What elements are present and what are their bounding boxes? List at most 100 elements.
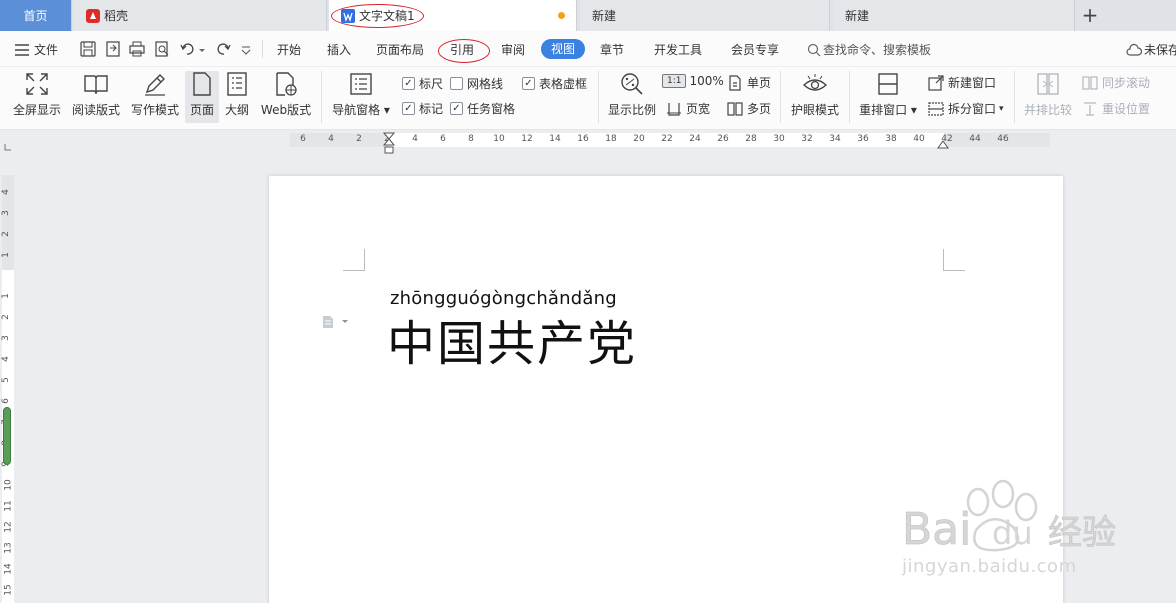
ruler-checkbox[interactable]: ✓ 标尺 — [402, 75, 443, 92]
split-window-button[interactable]: 拆分窗口 ▾ — [928, 100, 1004, 117]
watermark-url: jingyan.baidu.com — [902, 556, 1077, 577]
unsaved-label: 未保存 — [1144, 43, 1176, 57]
page-view-button[interactable]: 页面 — [185, 71, 219, 123]
tab-home[interactable]: 首页 — [0, 0, 72, 31]
print-icon[interactable] — [128, 40, 146, 58]
pen-icon — [145, 74, 165, 96]
sync-scroll-icon — [1082, 75, 1098, 90]
vruler-label: 2 — [0, 314, 11, 320]
ruler-label: 20 — [633, 134, 645, 144]
ruler-label: 16 — [577, 134, 589, 144]
side-by-side-label: 并排比较 — [1023, 103, 1072, 117]
document-body-text[interactable]: 中国共产党 — [387, 304, 637, 374]
markup-label: 标记 — [419, 102, 444, 116]
tab-daoke[interactable]: 稻壳 — [74, 0, 327, 31]
table-gridlines-checkbox[interactable]: ✓ 表格虚框 — [522, 75, 587, 92]
print-preview-icon[interactable] — [153, 40, 171, 58]
single-page-button[interactable]: 单页 — [727, 74, 771, 91]
navigation-pane-button[interactable]: 导航窗格 ▾ — [330, 71, 392, 123]
tab-home-label: 首页 — [23, 9, 48, 23]
tab-document-label: 文字文稿1 — [359, 9, 415, 23]
command-search[interactable]: 查找命令、搜索模板 — [807, 41, 931, 58]
vertical-ruler[interactable]: 4321123456789101112131415 — [0, 150, 16, 603]
web-layout-icon — [276, 72, 297, 96]
rearrange-window-label: 重排窗口 ▾ — [859, 103, 917, 117]
zoom-ratio-button[interactable]: 显示比例 — [604, 71, 660, 123]
page-width-icon — [667, 102, 681, 116]
undo-icon[interactable] — [179, 40, 197, 58]
menu-bar: 文件 开始 插入 页面布局 引用 审阅 视图 章节 开发工具 会员专享 查找命令… — [0, 31, 1176, 67]
reading-layout-button[interactable]: 阅读版式 — [69, 71, 123, 123]
new-window-button[interactable]: 新建窗口 — [928, 74, 996, 91]
undo-dropdown-icon[interactable] — [197, 40, 207, 58]
ruler-label: 44 — [969, 134, 981, 144]
menu-view[interactable]: 视图 — [541, 39, 585, 59]
ruler-label: 2 — [356, 134, 362, 144]
tab-new-2-label: 新建 — [845, 9, 870, 23]
save-icon[interactable] — [79, 40, 97, 58]
side-by-side-button[interactable]: 并排比较 — [1020, 71, 1076, 123]
ruler-label: 18 — [605, 134, 617, 144]
search-icon — [807, 43, 821, 56]
page-width-button[interactable]: 页宽 — [666, 100, 710, 117]
task-pane-label: 任务窗格 — [467, 102, 516, 116]
cloud-icon — [1126, 43, 1142, 56]
tab-new-1[interactable]: 新建 — [580, 0, 830, 31]
rearrange-window-icon — [878, 73, 898, 95]
web-layout-button[interactable]: Web版式 — [256, 71, 316, 123]
ruler-label: 46 — [997, 134, 1009, 144]
ribbon-separator — [849, 71, 850, 123]
writing-mode-button[interactable]: 写作模式 — [128, 71, 182, 123]
multi-page-button[interactable]: 多页 — [727, 100, 771, 117]
side-by-side-icon — [1037, 73, 1059, 95]
tab-document[interactable]: 文字文稿1 — [329, 0, 577, 31]
menu-insert[interactable]: 插入 — [327, 41, 351, 58]
menu-member[interactable]: 会员专享 — [731, 41, 779, 58]
add-tab-button[interactable]: + — [1080, 5, 1100, 25]
task-pane-check-icon: ✓ — [450, 102, 463, 115]
split-window-icon — [928, 101, 944, 116]
rearrange-window-text: 重排窗口 — [859, 103, 908, 117]
fullscreen-button[interactable]: 全屏显示 — [10, 71, 64, 123]
eye-mode-button[interactable]: 护眼模式 — [788, 71, 842, 123]
menu-references[interactable]: 引用 — [450, 41, 474, 58]
vruler-label: 2 — [0, 231, 11, 237]
right-indent-marker-icon[interactable] — [937, 140, 949, 150]
gridlines-checkbox[interactable]: 网格线 — [450, 75, 503, 92]
zoom-100-button[interactable]: 1:1 100% — [662, 74, 724, 88]
outline-button[interactable]: 大纲 — [222, 71, 252, 123]
markup-checkbox[interactable]: ✓ 标记 — [402, 100, 443, 117]
rearrange-window-button[interactable]: 重排窗口 ▾ — [856, 71, 920, 123]
vruler-label: 4 — [0, 189, 11, 195]
reset-position-label: 重设位置 — [1102, 102, 1151, 116]
horizontal-ruler[interactable]: 6 4 2 2 4 6 8 10 12 14 16 18 20 22 24 26 28 30 32 34 36 38 40 4… — [290, 132, 1050, 150]
ruler-label: 6 — [300, 134, 306, 144]
document-page[interactable]: zhōngguógòngchǎndǎng 中国共产党 — [269, 176, 1063, 603]
gridlines-uncheck-icon — [450, 77, 463, 90]
customize-toolbar-icon[interactable] — [239, 40, 253, 58]
menu-developer[interactable]: 开发工具 — [654, 41, 702, 58]
export-icon[interactable] — [104, 40, 122, 58]
vruler-label: 4 — [0, 356, 11, 362]
task-pane-checkbox[interactable]: ✓ 任务窗格 — [450, 100, 515, 117]
reset-position-button[interactable]: 重设位置 — [1082, 100, 1150, 117]
eye-icon — [802, 74, 828, 91]
outline-icon — [227, 72, 247, 96]
file-menu[interactable]: 文件 — [15, 41, 58, 58]
gridlines-label: 网格线 — [467, 77, 504, 91]
tab-new-2[interactable]: 新建 — [833, 0, 1075, 31]
menu-chapter[interactable]: 章节 — [600, 41, 624, 58]
paragraph-layout-icon[interactable] — [322, 315, 350, 329]
redo-icon[interactable] — [214, 40, 232, 58]
menu-review[interactable]: 审阅 — [501, 41, 525, 58]
cloud-save-status[interactable]: 未保存 — [1126, 41, 1176, 58]
daoke-icon — [86, 8, 100, 23]
one-to-one-icon: 1:1 — [662, 74, 687, 88]
menu-home[interactable]: 开始 — [277, 41, 301, 58]
indent-marker-icon[interactable] — [383, 132, 395, 154]
navigation-pane-icon — [350, 73, 372, 95]
ribbon-separator — [1014, 71, 1015, 123]
menu-page-layout[interactable]: 页面布局 — [376, 41, 424, 58]
sync-scroll-button[interactable]: 同步滚动 — [1082, 74, 1150, 91]
vertical-ruler-scroll-thumb[interactable] — [3, 407, 11, 465]
